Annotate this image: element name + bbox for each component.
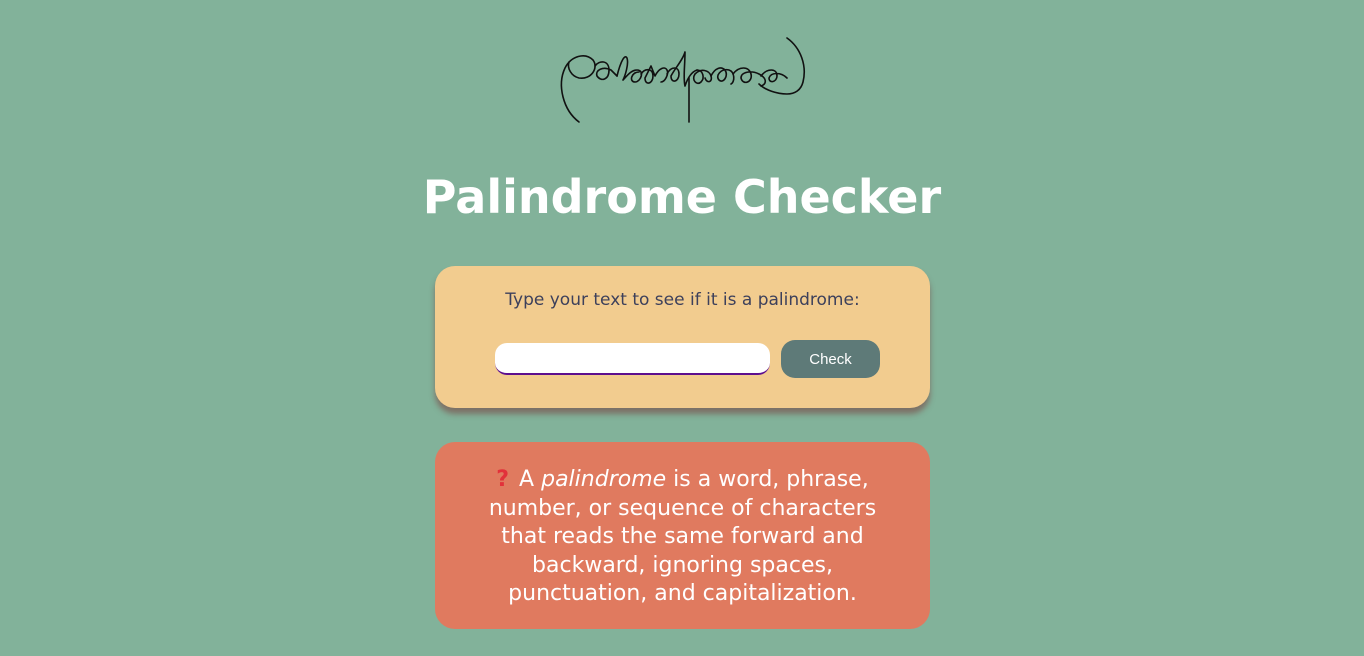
info-card: ? A palindrome is a word, phrase, number,…	[435, 442, 930, 629]
info-emphasis: palindrome	[541, 467, 667, 492]
input-label: Type your text to see if it is a palindr…	[505, 290, 860, 310]
page-title: Palindrome Checker	[422, 170, 942, 224]
text-input[interactable]	[495, 343, 770, 375]
info-prefix: A	[519, 467, 535, 492]
palindrome-logo	[555, 30, 811, 126]
checker-card: Type your text to see if it is a palindr…	[435, 266, 930, 408]
check-button[interactable]: Check	[781, 340, 880, 378]
info-text: ? A palindrome is a word, phrase, number,…	[465, 466, 900, 609]
question-mark-icon: ?	[496, 467, 510, 492]
